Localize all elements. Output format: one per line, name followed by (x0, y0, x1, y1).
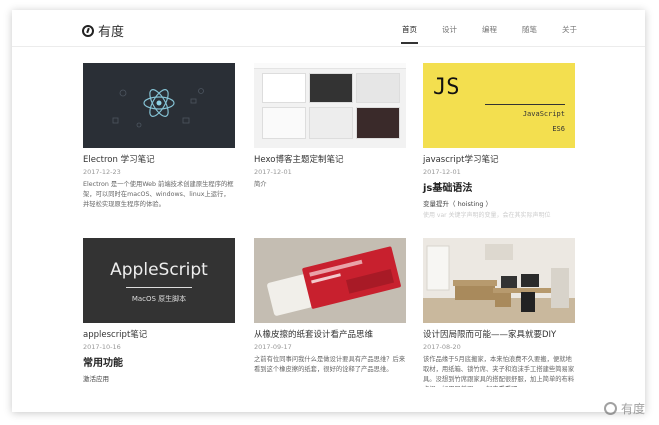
thumb-applescript-subtitle: MacOS 原生脚本 (131, 295, 187, 303)
post-excerpt: 之前有位同事问我什么是做设计要具有产品思维？后来看到这个橡皮擦的纸套，很好的诠释… (254, 356, 406, 374)
thumb-js-line2: ES6 (552, 125, 565, 133)
post-card[interactable]: Electron 学习笔记 2017-12-23 Electron 是一个使用W… (83, 63, 235, 212)
post-excerpt: 该作品缘于5月底搬家，本来怕浪费不久要搬，便就地取材，用纸箱、锁竹席、夹子和泡沫… (423, 356, 575, 387)
post-title[interactable]: 设计因局限而可能——家具就要DIY (423, 328, 575, 340)
thumb-divider (126, 287, 192, 288)
eraser-photo-icon (254, 238, 406, 323)
watermark-text: 有度 (620, 402, 645, 416)
thumb-js-line1: JavaScript (522, 110, 565, 118)
post-thumbnail-hexo[interactable] (254, 63, 406, 148)
post-title[interactable]: javascript学习笔记 (423, 153, 575, 165)
electron-atom-icon (112, 88, 204, 128)
screenshot-toolbar (254, 63, 406, 69)
post-excerpt: Electron 是一个使用Web 前端技术创建原生程序的框架，可以同时在mac… (83, 181, 234, 209)
screenshot-tile (309, 107, 353, 139)
brand-name: 有度 (98, 25, 125, 40)
post-card[interactable]: 设计因局限而可能——家具就要DIY 2017-08-20 该作品缘于5月底搬家，… (423, 238, 575, 387)
post-card[interactable]: Hexo博客主题定制笔记 2017-12-01 简介 (254, 63, 406, 190)
watermark-logo-icon (603, 402, 617, 415)
nav-item-home[interactable]: 首页 (401, 24, 418, 44)
post-thumbnail-electron[interactable] (83, 63, 235, 148)
main-nav: 首页 设计 编程 随笔 关于 (377, 24, 577, 44)
post-thumbnail-furniture[interactable] (423, 238, 575, 323)
post-date: 2017-12-01 (423, 168, 461, 176)
corner-watermark: 有度 (603, 400, 645, 417)
post-subheading: 激活应用 (83, 375, 109, 383)
room-photo-icon (423, 238, 575, 323)
nav-item-essays[interactable]: 随笔 (522, 24, 537, 35)
thumb-divider (485, 104, 565, 105)
post-excerpt: 简介 (254, 181, 267, 188)
post-date: 2017-08-20 (423, 343, 461, 351)
nav-item-design[interactable]: 设计 (442, 24, 457, 35)
post-card[interactable]: AppleScript MacOS 原生脚本 applescript笔记 201… (83, 238, 235, 383)
screenshot-tile (262, 73, 306, 103)
post-thumbnail-javascript[interactable]: JS JavaScript ES6 (423, 63, 575, 148)
post-title[interactable]: applescript笔记 (83, 328, 235, 340)
post-title[interactable]: Hexo博客主题定制笔记 (254, 153, 406, 165)
logo-icon (82, 24, 94, 37)
post-date: 2017-12-01 (254, 168, 292, 176)
post-thumbnail-applescript[interactable]: AppleScript MacOS 原生脚本 (83, 238, 235, 323)
post-title[interactable]: 从橡皮擦的纸套设计看产品思维 (254, 328, 406, 340)
screenshot-tile (356, 73, 400, 103)
thumb-applescript-title: AppleScript (110, 260, 208, 280)
post-heading: js基础语法 (423, 183, 473, 194)
nav-item-about[interactable]: 关于 (562, 24, 577, 35)
screenshot-tile (356, 107, 400, 139)
post-faded-excerpt: 使用 var 关键字声明的变量，会在其实际声明位 (423, 212, 551, 219)
screenshot-tile (309, 73, 353, 103)
screenshot-tile (262, 107, 306, 139)
post-date: 2017-12-23 (83, 168, 121, 176)
post-thumbnail-eraser[interactable] (254, 238, 406, 323)
nav-item-programming[interactable]: 编程 (482, 24, 497, 35)
post-subheading: 变量提升（ hoisting ） (423, 200, 493, 208)
thumb-js-text: JS (433, 75, 460, 100)
site-logo[interactable]: 有度 (82, 21, 124, 40)
post-date: 2017-10-16 (83, 343, 121, 351)
post-heading: 常用功能 (83, 358, 123, 369)
post-title[interactable]: Electron 学习笔记 (83, 153, 235, 165)
post-date: 2017-09-17 (254, 343, 292, 351)
post-card[interactable]: 从橡皮擦的纸套设计看产品思维 2017-09-17 之前有位同事问我什么是做设计… (254, 238, 406, 375)
post-card[interactable]: JS JavaScript ES6 javascript学习笔记 2017-12… (423, 63, 575, 220)
top-navbar: 有度 首页 设计 编程 随笔 关于 (12, 10, 645, 47)
browser-page: 有度 首页 设计 编程 随笔 关于 Electron 学习笔记 2017-12-… (12, 10, 645, 412)
